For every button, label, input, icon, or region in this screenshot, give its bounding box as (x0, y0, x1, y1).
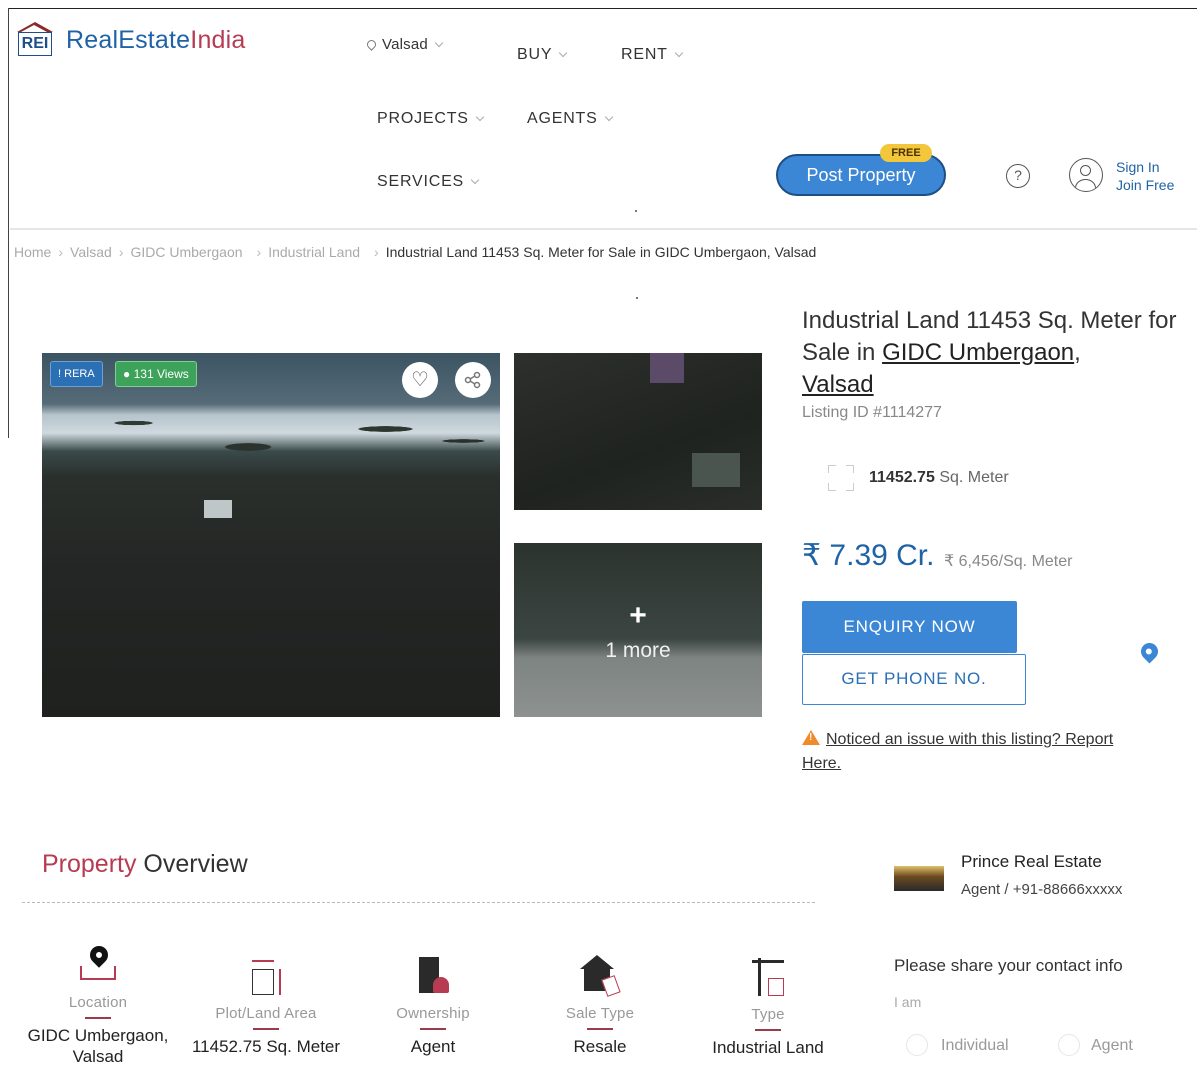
overview-plot-area: Plot/Land Area 11452.75 Sq. Meter (181, 955, 351, 1057)
overview-divider (22, 902, 815, 903)
stray-dot (636, 297, 638, 299)
breadcrumb-current: Industrial Land 11453 Sq. Meter for Sale… (385, 244, 817, 260)
overview-label: Ownership (396, 1005, 470, 1022)
breadcrumb-valsad[interactable]: Valsad (70, 244, 112, 260)
breadcrumb-gidc-umbergaon[interactable]: GIDC Umbergaon (130, 244, 242, 260)
listing-title: Industrial Land 11453 Sq. Meter for Sale… (802, 307, 1177, 398)
breadcrumb: Home › Valsad › GIDC Umbergaon › Industrial La… (14, 244, 817, 260)
location-selector-label: Valsad (382, 36, 428, 53)
thumb-vehicle (692, 453, 740, 487)
chevron-down-icon (559, 48, 568, 58)
overview-label: Type (751, 1006, 785, 1023)
share-icon[interactable] (455, 362, 491, 398)
nav-services[interactable]: SERVICES (377, 173, 480, 191)
area-expand-icon (828, 465, 854, 491)
overview-sale-type: Sale Type Resale (515, 955, 685, 1057)
enquiry-now-button[interactable]: ENQUIRY NOW (802, 601, 1017, 653)
chevron-down-icon (604, 112, 613, 122)
free-badge: FREE (880, 144, 932, 162)
property-overview-heading: Property Overview (42, 850, 248, 878)
overview-value: 11452.75 Sq. Meter (191, 1037, 341, 1056)
more-photos-count: 1 more (605, 639, 671, 662)
radio-agent[interactable] (1058, 1034, 1080, 1056)
price-per-unit: ₹ 6,456/Sq. Meter (944, 553, 1073, 570)
overview-ownership: Ownership Agent (348, 955, 518, 1057)
page-frame-top (8, 8, 1197, 9)
chevron-down-icon (434, 38, 444, 48)
photo-trees (42, 405, 500, 465)
stray-dot (635, 210, 637, 212)
overview-label: Location (68, 994, 128, 1011)
breadcrumb-industrial-land[interactable]: Industrial Land (268, 244, 360, 260)
thumb-building (650, 353, 684, 383)
plus-icon: + (629, 599, 647, 632)
ownership-building-icon (413, 955, 453, 999)
nav-agents[interactable]: AGENTS (527, 110, 613, 128)
overview-label: Sale Type (565, 1005, 635, 1022)
overview-value: Resale (573, 1037, 627, 1056)
overview-location: Location GIDC Umbergaon, Valsad (13, 942, 183, 1067)
overview-value: GIDC Umbergaon, Valsad (27, 1026, 169, 1066)
city-link[interactable]: Valsad (802, 371, 874, 398)
chevron-down-icon (674, 48, 684, 58)
agent-contact: Agent / +91-88666xxxxx (961, 881, 1123, 898)
industrial-crane-icon (748, 956, 788, 1000)
breadcrumb-home[interactable]: Home (14, 244, 51, 260)
logo-wordmark: RealEstateIndia (66, 25, 246, 54)
eye-icon: ● (123, 367, 131, 381)
plot-area-icon (246, 955, 286, 999)
join-free-link[interactable]: Join Free (1116, 176, 1174, 194)
logo-house-icon: REI (16, 22, 54, 58)
map-pin-icon[interactable] (1137, 639, 1162, 664)
radio-individual[interactable] (906, 1034, 928, 1056)
locality-link[interactable]: GIDC Umbergaon (882, 339, 1074, 366)
price: ₹ 7.39 Cr. (802, 539, 935, 572)
overview-label: Plot/Land Area (215, 1005, 317, 1022)
get-phone-button[interactable]: GET PHONE NO. (802, 654, 1026, 705)
area-summary: 11452.75 Sq. Meter (869, 469, 1009, 486)
overview-value: Industrial Land (712, 1038, 824, 1057)
gallery-more-thumbnail[interactable]: + 1 more (514, 543, 762, 717)
listing-id: Listing ID #1114277 (802, 404, 942, 421)
chevron-down-icon (470, 175, 480, 185)
contact-info-heading: Please share your contact info (894, 956, 1123, 975)
overview-type: Type Industrial Land (683, 956, 853, 1058)
help-icon[interactable]: ? (1006, 164, 1030, 188)
radio-agent-label[interactable]: Agent (1091, 1037, 1133, 1055)
photo-signboard (204, 500, 232, 518)
sign-in-join-link[interactable]: Sign In Join Free (1116, 158, 1174, 194)
location-pin-icon (78, 942, 118, 988)
nav-buy[interactable]: BUY (517, 46, 568, 64)
i-am-label: I am (894, 994, 922, 1010)
rera-badge: ! RERA (50, 361, 103, 387)
report-listing-link[interactable]: Noticed an issue with this listing? Repo… (802, 728, 1142, 776)
user-avatar-icon[interactable] (1069, 158, 1103, 192)
nav-rent[interactable]: RENT (621, 46, 684, 64)
views-badge: ● 131 Views (115, 361, 197, 387)
location-pin-icon (365, 38, 378, 51)
page-frame-left (8, 8, 9, 438)
sale-house-icon (580, 955, 621, 999)
gallery-thumbnail-1[interactable] (514, 353, 762, 510)
agent-name[interactable]: Prince Real Estate (961, 852, 1102, 872)
overview-value: Agent (410, 1037, 456, 1056)
agent-logo (894, 855, 944, 891)
sign-in-link[interactable]: Sign In (1116, 158, 1174, 176)
location-selector[interactable]: Valsad (365, 36, 444, 53)
chevron-down-icon (475, 112, 484, 122)
favorite-heart-icon[interactable]: ♡ (402, 362, 438, 398)
site-logo[interactable]: REI RealEstateIndia (16, 22, 246, 58)
nav-projects[interactable]: PROJECTS (377, 110, 484, 128)
main-property-photo[interactable]: ! RERA ● 131 Views ♡ (42, 353, 500, 717)
radio-individual-label[interactable]: Individual (941, 1037, 1009, 1055)
header-divider (10, 228, 1197, 230)
